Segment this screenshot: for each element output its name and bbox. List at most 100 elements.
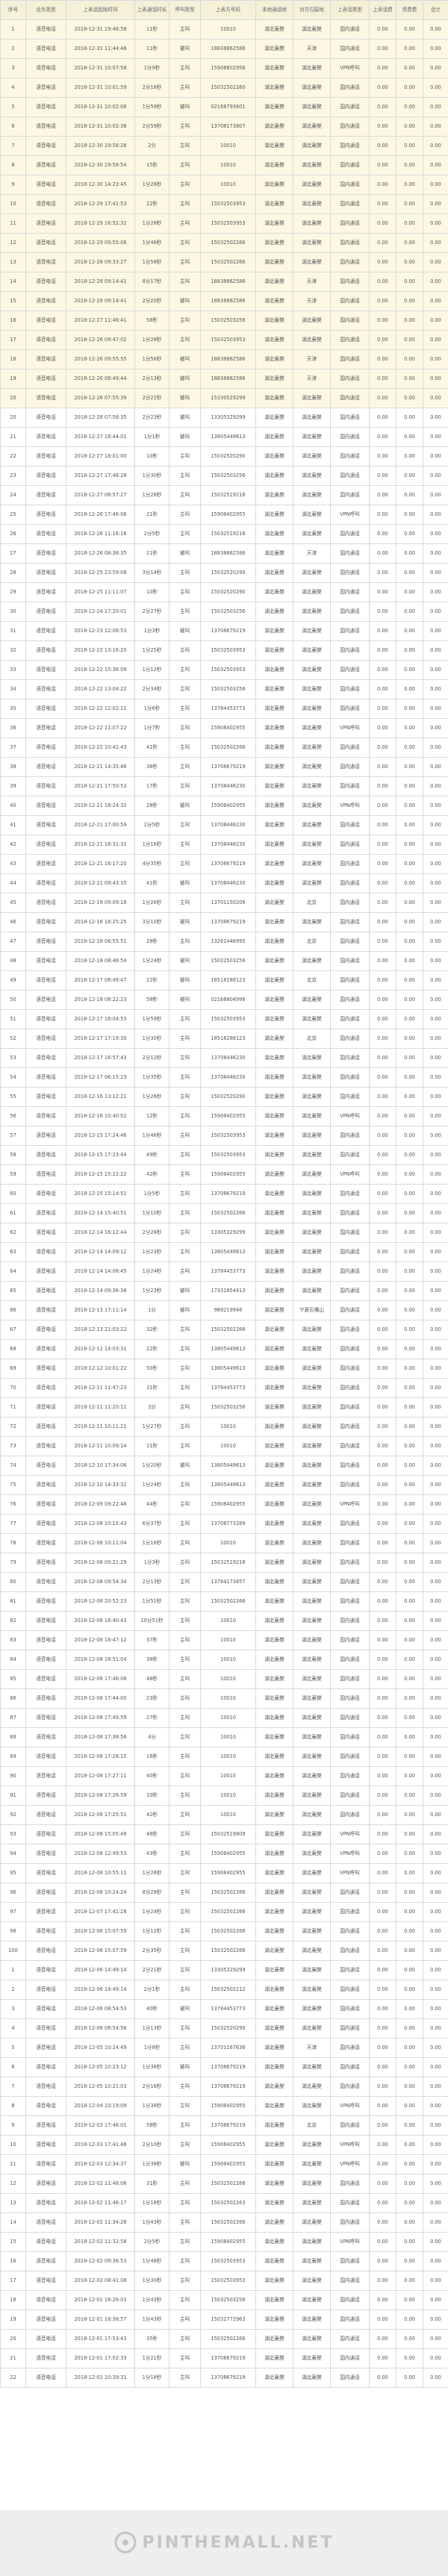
table-row: 58 语音电话 2018-12-15 17:23:44 49秒 主叫 1503250395… <box>0 1145 448 1165</box>
cell-remote-area: 湖北襄樊 <box>293 1999 331 2019</box>
cell-remote-area: 湖北襄樊 <box>293 330 331 350</box>
cell-start-time: 2018-12-27 11:46:41 <box>66 311 135 331</box>
cell-remote-area: 湖北襄樊 <box>293 1708 331 1728</box>
cell-local-area: 湖北襄樊 <box>255 1281 293 1301</box>
cell-start-time: 2018-12-08 10:15:43 <box>66 1514 135 1534</box>
table-row: 46 语音电话 2018-12-18 18:25:25 3分10秒 被叫 13708679… <box>0 912 448 932</box>
table-row: 2 语音电话 2018-12-06 14:49:14 2分1秒 主叫 1503250221… <box>0 1980 448 2000</box>
cell-start-time: 2018-12-05 10:23:12 <box>66 2057 135 2077</box>
cell-service-type: 语音电话 <box>25 2271 66 2291</box>
cell-call-fee: 0.00 <box>369 1106 396 1126</box>
cell-service-type: 语音电话 <box>25 1747 66 1767</box>
cell-local-area: 湖北襄樊 <box>255 1339 293 1359</box>
cell-service-type: 语音电话 <box>25 1203 66 1223</box>
cell-call-category: 国内通话 <box>330 1320 370 1340</box>
cell-call-category: 国内通话 <box>330 1126 370 1146</box>
cell-call-category: 国内通话 <box>330 1242 370 1262</box>
cell-call-category: 国内通话 <box>330 1747 370 1767</box>
cell-duration: 1分25秒 <box>134 640 169 661</box>
cell-start-time: 2018-12-29 09:55:08 <box>66 233 135 253</box>
cell-call-type: 主叫 <box>169 2368 201 2388</box>
cell-call-type: 被叫 <box>169 951 201 971</box>
cell-other-number: 10010 <box>200 1650 256 1670</box>
cell-extra-fee: 0.00 <box>396 1533 423 1553</box>
cell-row-index: 86 <box>0 1688 26 1709</box>
cell-service-type: 语音电话 <box>25 2329 66 2349</box>
cell-call-category: 国内通话 <box>330 1339 370 1359</box>
cell-duration: 2分5秒 <box>134 815 169 835</box>
cell-call-type: 主叫 <box>169 1902 201 1922</box>
cell-remote-area: 湖北襄樊 <box>293 1980 331 2000</box>
cell-total: 0.00 <box>423 2271 448 2291</box>
cell-call-type: 主叫 <box>169 194 201 214</box>
cell-start-time: 2018-12-31 10:01:59 <box>66 78 135 98</box>
table-row: 81 语音电话 2018-12-08 20:52:23 1分51秒 主叫 15032502… <box>0 1591 448 1612</box>
cell-call-category: 国内通话 <box>330 1669 370 1689</box>
cell-call-category: VPN呼叫 <box>330 1844 370 1864</box>
cell-start-time: 2018-12-13 21:03:22 <box>66 1320 135 1340</box>
cell-local-area: 湖北襄樊 <box>255 951 293 971</box>
cell-call-type: 主叫 <box>169 1320 201 1340</box>
cell-service-type: 语音电话 <box>25 640 66 661</box>
cell-row-index: 35 <box>0 699 26 719</box>
cell-service-type: 语音电话 <box>25 78 66 98</box>
cell-total: 0.00 <box>423 1067 448 1088</box>
cell-extra-fee: 0.00 <box>396 2018 423 2039</box>
cell-call-fee: 0.00 <box>369 621 396 641</box>
cell-row-index: 2 <box>0 39 26 59</box>
cell-duration: 1分9秒 <box>134 58 169 78</box>
cell-service-type: 语音电话 <box>25 1126 66 1146</box>
cell-other-number: 13708773289 <box>200 1514 256 1534</box>
cell-call-category: 国内通话 <box>330 213 370 234</box>
cell-total: 0.00 <box>423 1688 448 1709</box>
table-row: 16 语音电话 2018-12-02 09:36:53 1分48秒 主叫 15032503… <box>0 2251 448 2271</box>
cell-start-time: 2018-12-08 09:54:34 <box>66 1572 135 1592</box>
cell-call-type: 主叫 <box>169 1863 201 1883</box>
cell-duration: 41秒 <box>134 873 169 894</box>
cell-service-type: 语音电话 <box>25 893 66 913</box>
table-row: 11 语音电话 2018-12-03 12:34:37 1分38秒 被叫 15908402… <box>0 2154 448 2174</box>
cell-call-category: 国内通话 <box>330 136 370 156</box>
cell-call-type: 被叫 <box>169 1456 201 1476</box>
cell-call-type: 主叫 <box>169 1591 201 1612</box>
cell-call-category: 国内通话 <box>330 1999 370 2019</box>
cell-service-type: 语音电话 <box>25 990 66 1010</box>
cell-total: 0.00 <box>423 932 448 952</box>
cell-start-time: 2018-12-19 09:09:18 <box>66 893 135 913</box>
col-header-call-type: 呼叫类型 <box>169 0 201 20</box>
cell-row-index: 22 <box>0 446 26 467</box>
cell-service-type: 语音电话 <box>25 1067 66 1088</box>
cell-call-fee: 0.00 <box>369 1184 396 1204</box>
cell-call-fee: 0.00 <box>369 718 396 738</box>
cell-call-fee: 0.00 <box>369 1378 396 1398</box>
table-row: 65 语音电话 2018-12-14 09:36:38 1分23秒 被叫 17331854… <box>0 1281 448 1301</box>
table-row: 14 语音电话 2018-12-28 09:14:41 8分17秒 主叫 18838862… <box>0 272 448 292</box>
cell-local-area: 湖北襄樊 <box>255 1533 293 1553</box>
table-row: 56 语音电话 2018-12-16 10:40:02 12秒 主叫 1590840295… <box>0 1106 448 1126</box>
col-header-remote-area: 对方归属地 <box>293 0 331 20</box>
cell-service-type: 语音电话 <box>25 311 66 331</box>
cell-call-type: 主叫 <box>169 1184 201 1204</box>
cell-call-type: 主叫 <box>169 1029 201 1049</box>
cell-local-area: 湖北襄樊 <box>255 2154 293 2174</box>
cell-call-category: 国内通话 <box>330 1359 370 1379</box>
cell-duration: 31秒 <box>134 2174 169 2194</box>
cell-call-type: 主叫 <box>169 2348 201 2368</box>
cell-row-index: 40 <box>0 796 26 816</box>
cell-local-area: 湖北襄樊 <box>255 1921 293 1942</box>
cell-start-time: 2018-12-30 19:58:28 <box>66 136 135 156</box>
cell-local-area: 湖北襄樊 <box>255 349 293 369</box>
cell-call-category: 国内通话 <box>330 699 370 719</box>
cell-local-area: 湖北襄樊 <box>255 2368 293 2388</box>
cell-call-category: 国内通话 <box>330 1611 370 1631</box>
cell-remote-area: 湖北襄樊 <box>293 155 331 175</box>
cell-duration: 2分22秒 <box>134 388 169 408</box>
cell-other-number: 10010 <box>200 1630 256 1650</box>
cell-call-type: 被叫 <box>169 990 201 1010</box>
cell-row-index: 59 <box>0 1164 26 1185</box>
cell-other-number: 13701167636 <box>200 2038 256 2058</box>
cell-extra-fee: 0.00 <box>396 1300 423 1320</box>
cell-row-index: 66 <box>0 1300 26 1320</box>
cell-other-number: 13708173807 <box>200 116 256 137</box>
cell-extra-fee: 0.00 <box>396 970 423 991</box>
